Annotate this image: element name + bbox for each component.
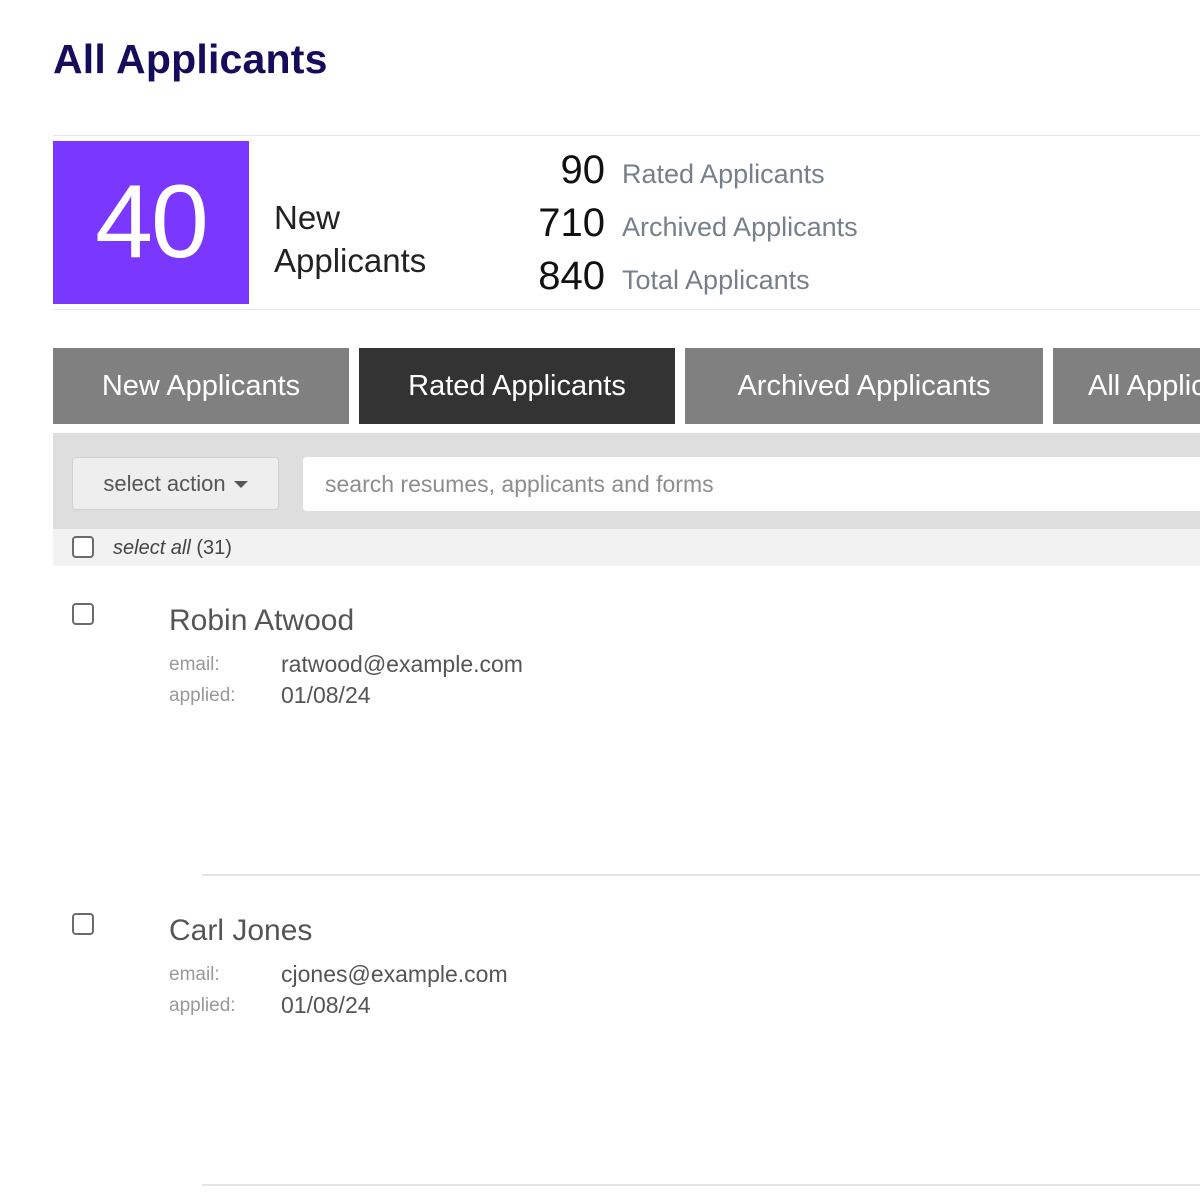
tab-rated-applicants[interactable]: Rated Applicants bbox=[359, 348, 675, 424]
stat-archived-value: 710 bbox=[538, 201, 605, 245]
applicant-applied-date: 01/08/24 bbox=[281, 992, 371, 1018]
page-title: All Applicants bbox=[53, 36, 328, 82]
tab-all-applicants[interactable]: All Applicants bbox=[1053, 348, 1200, 424]
email-label: email: bbox=[169, 964, 220, 985]
applicant-checkbox[interactable] bbox=[72, 913, 94, 935]
applied-label: applied: bbox=[169, 995, 236, 1016]
applicant-checkbox[interactable] bbox=[72, 603, 94, 625]
tab-archived-applicants[interactable]: Archived Applicants bbox=[685, 348, 1043, 424]
select-all-label: select all (31) bbox=[113, 537, 232, 559]
search-input[interactable] bbox=[303, 457, 1200, 511]
new-applicants-label: New Applicants bbox=[274, 199, 427, 279]
select-action-dropdown[interactable]: select action bbox=[72, 457, 279, 510]
new-applicants-count: 40 bbox=[53, 141, 249, 304]
toolbar: select action bbox=[53, 433, 1200, 529]
applicant-row: Robin Atwood email: ratwood@example.com … bbox=[53, 566, 1200, 876]
select-all-bar: select all (31) bbox=[53, 529, 1200, 566]
stat-total-value: 840 bbox=[538, 254, 605, 298]
email-label: email: bbox=[169, 654, 220, 675]
stat-archived: 710 Archived Applicants bbox=[483, 201, 1083, 251]
row-divider bbox=[202, 1184, 1200, 1186]
stat-total: 840 Total Applicants bbox=[483, 254, 1083, 304]
applicant-name[interactable]: Robin Atwood bbox=[169, 604, 354, 638]
applicant-email: ratwood@example.com bbox=[281, 651, 523, 677]
tab-new-applicants[interactable]: New Applicants bbox=[53, 348, 349, 424]
applicant-row: Carl Jones email: cjones@example.com app… bbox=[53, 876, 1200, 1186]
stat-rated: 90 Rated Applicants bbox=[483, 148, 1083, 198]
select-action-label: select action bbox=[103, 470, 226, 496]
applicant-name[interactable]: Carl Jones bbox=[169, 914, 312, 948]
applied-label: applied: bbox=[169, 685, 236, 706]
applicant-tabs: New Applicants Rated Applicants Archived… bbox=[53, 348, 1200, 424]
applicant-summary: 40 New Applicants 90 Rated Applicants 71… bbox=[53, 135, 1200, 310]
stat-rated-value: 90 bbox=[560, 148, 606, 192]
select-all-checkbox[interactable] bbox=[72, 536, 94, 558]
applicant-applied-date: 01/08/24 bbox=[281, 682, 371, 708]
stat-rated-label: Rated Applicants bbox=[622, 159, 825, 189]
stat-total-label: Total Applicants bbox=[622, 265, 810, 295]
applicant-email: cjones@example.com bbox=[281, 961, 508, 987]
stat-archived-label: Archived Applicants bbox=[622, 212, 858, 242]
caret-down-icon bbox=[233, 481, 248, 488]
